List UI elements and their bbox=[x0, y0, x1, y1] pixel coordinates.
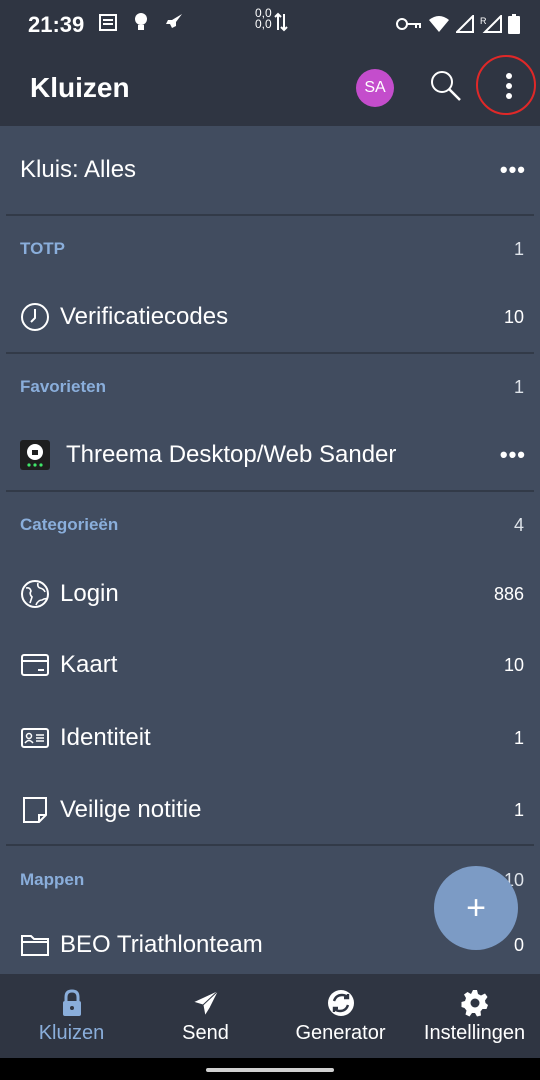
folder-icon bbox=[21, 935, 49, 956]
highlight-ring bbox=[476, 55, 536, 115]
tab-settings[interactable]: Instellingen bbox=[407, 974, 540, 1058]
page-title: Kluizen bbox=[30, 72, 130, 103]
tab-vaults[interactable]: Kluizen bbox=[4, 974, 139, 1058]
status-bar: 21:39 0,0 0,0 R bbox=[0, 0, 540, 54]
status-notification-icons bbox=[98, 12, 184, 32]
tab-generator[interactable]: Generator bbox=[273, 974, 408, 1058]
list-item-label: Verificatiecodes bbox=[60, 303, 229, 330]
tab-label: Instellingen bbox=[423, 1022, 526, 1044]
list-item-count: 10 bbox=[503, 654, 524, 675]
wifi-icon bbox=[429, 16, 449, 32]
lightbulb-icon bbox=[135, 13, 147, 30]
list-item-category-secure-note[interactable]: Veilige notitie 1 bbox=[6, 774, 534, 846]
net-down-value: 0,0 bbox=[255, 17, 272, 31]
section-count-favorites: 1 bbox=[513, 376, 524, 397]
paper-plane-icon bbox=[191, 988, 220, 1018]
id-card-icon bbox=[21, 728, 49, 748]
list-item-count: 0 bbox=[513, 934, 524, 955]
section-header-categories: Categorieën 4 bbox=[6, 492, 534, 558]
network-speed: 0,0 0,0 bbox=[255, 7, 272, 31]
section-header-totp: TOTP 1 bbox=[6, 216, 534, 282]
data-arrows-icon bbox=[274, 12, 288, 32]
section-count-totp: 1 bbox=[513, 238, 524, 259]
credit-card-icon bbox=[21, 654, 49, 676]
home-gesture-handle[interactable] bbox=[206, 1068, 334, 1072]
list-item-label: Threema Desktop/Web Sander bbox=[66, 441, 397, 468]
list-item-label: BEO Triathlonteam bbox=[60, 931, 263, 958]
section-title-folders: Mappen bbox=[20, 870, 85, 889]
vault-filter-more-button[interactable]: ••• bbox=[500, 157, 526, 183]
list-item-category-card[interactable]: Kaart 10 bbox=[6, 630, 534, 700]
item-more-button[interactable]: ••• bbox=[500, 442, 526, 468]
globe-icon bbox=[21, 580, 49, 608]
screen: 21:39 0,0 0,0 R Kluizen SA Kluis: Alles … bbox=[0, 0, 540, 1080]
status-time: 21:39 bbox=[28, 12, 85, 37]
bottom-navigation: Kluizen Send Generator Instellingen bbox=[0, 974, 540, 1058]
list-item-count: 1 bbox=[513, 799, 524, 820]
calendar-icon bbox=[99, 14, 117, 31]
section-title-totp: TOTP bbox=[20, 239, 66, 258]
vpn-key-icon bbox=[396, 18, 421, 30]
tab-label: Generator bbox=[295, 1022, 386, 1044]
vault-filter-row[interactable]: Kluis: Alles ••• bbox=[6, 126, 534, 214]
signal-roaming-icon: R bbox=[480, 15, 502, 33]
avatar-initials: SA bbox=[364, 79, 386, 96]
list-item-label: Identiteit bbox=[60, 724, 151, 751]
account-avatar[interactable]: SA bbox=[356, 69, 394, 107]
plus-icon: + bbox=[466, 889, 486, 927]
lock-icon bbox=[62, 989, 81, 1016]
status-system-icons: R bbox=[396, 14, 520, 34]
list-item-label: Kaart bbox=[60, 651, 118, 678]
list-item-verification-codes[interactable]: Verificatiecodes 10 bbox=[6, 282, 534, 352]
threema-logo-icon bbox=[20, 440, 50, 470]
gear-icon bbox=[461, 990, 488, 1017]
clock-icon bbox=[21, 303, 49, 331]
tab-label: Send bbox=[182, 1022, 229, 1044]
list-item-count: 1 bbox=[513, 727, 524, 748]
note-icon bbox=[23, 797, 47, 823]
list-item-category-login[interactable]: Login 886 bbox=[6, 558, 534, 630]
add-item-button[interactable]: + bbox=[434, 866, 518, 950]
list-item-label: Veilige notitie bbox=[60, 796, 202, 823]
battery-icon bbox=[508, 14, 520, 34]
section-header-favorites: Favorieten 1 bbox=[6, 354, 534, 420]
list-item-label: Login bbox=[60, 580, 119, 607]
section-title-favorites: Favorieten bbox=[20, 377, 106, 396]
tab-label: Kluizen bbox=[38, 1022, 105, 1044]
section-count-categories: 4 bbox=[513, 514, 524, 535]
list-item-favorite-threema[interactable]: Threema Desktop/Web Sander ••• bbox=[6, 420, 534, 490]
list-item-category-identity[interactable]: Identiteit 1 bbox=[6, 702, 534, 774]
rocket-icon bbox=[166, 14, 182, 28]
tab-send[interactable]: Send bbox=[138, 974, 273, 1058]
signal-icon bbox=[456, 15, 474, 33]
search-button[interactable] bbox=[428, 68, 464, 104]
section-title-categories: Categorieën bbox=[20, 515, 119, 534]
svg-text:R: R bbox=[480, 16, 487, 26]
vault-filter-label: Kluis: Alles bbox=[20, 156, 137, 183]
list-item-count: 10 bbox=[503, 306, 524, 327]
refresh-icon bbox=[327, 990, 354, 1016]
search-icon bbox=[431, 71, 461, 101]
vault-list: Kluis: Alles ••• TOTP 1 Verificatiecodes… bbox=[6, 126, 534, 974]
list-item-count: 886 bbox=[493, 583, 524, 604]
